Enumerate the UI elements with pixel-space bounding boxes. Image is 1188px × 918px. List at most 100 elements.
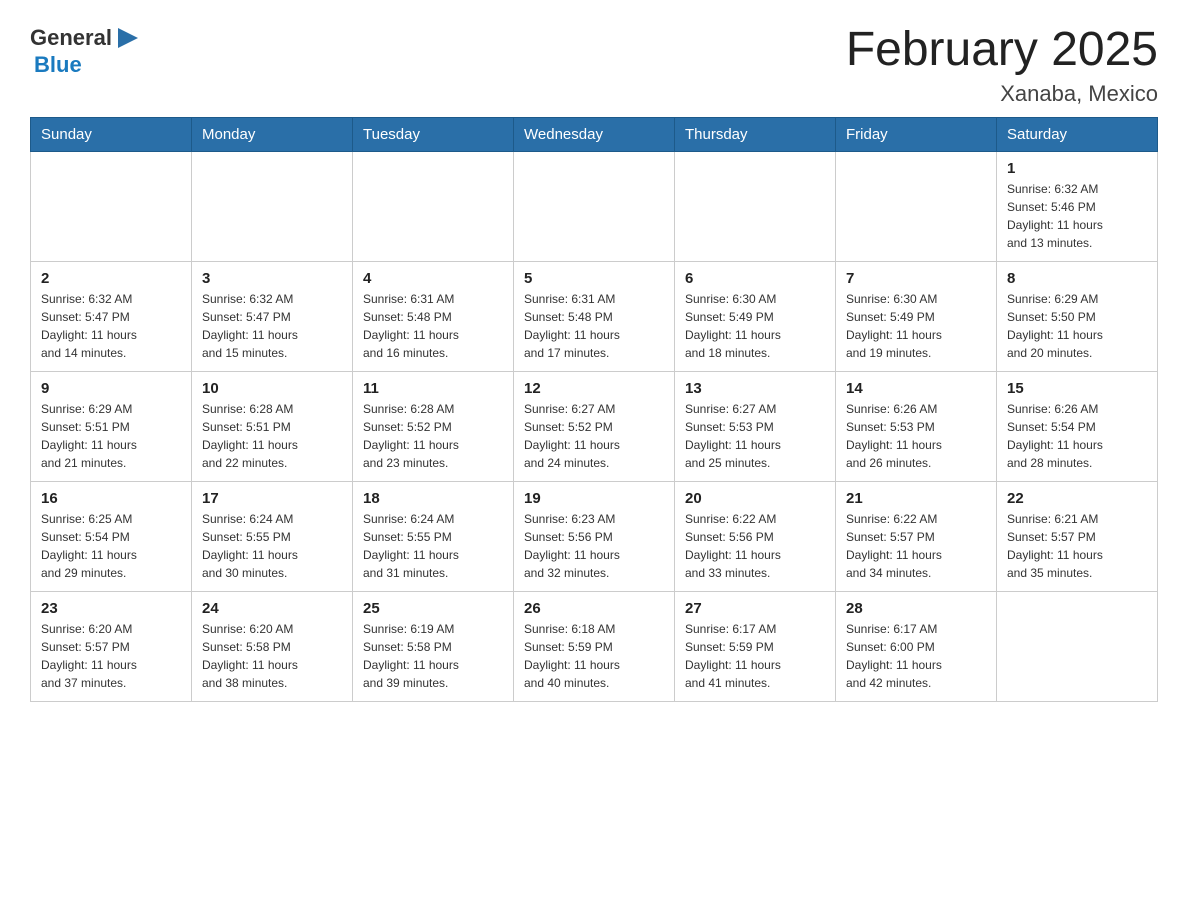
- day-of-week-header: Friday: [836, 117, 997, 151]
- day-info: Sunrise: 6:21 AM Sunset: 5:57 PM Dayligh…: [1007, 510, 1147, 582]
- day-number: 1: [1007, 160, 1147, 177]
- day-info: Sunrise: 6:26 AM Sunset: 5:54 PM Dayligh…: [1007, 400, 1147, 472]
- calendar-day: 13 Sunrise: 6:27 AM Sunset: 5:53 PM Dayli…: [675, 371, 836, 481]
- day-number: 25: [363, 600, 503, 617]
- day-info: Sunrise: 6:27 AM Sunset: 5:52 PM Dayligh…: [524, 400, 664, 472]
- calendar-day: 14 Sunrise: 6:26 AM Sunset: 5:53 PM Dayli…: [836, 371, 997, 481]
- calendar-day: 19 Sunrise: 6:23 AM Sunset: 5:56 PM Dayli…: [514, 481, 675, 591]
- day-info: Sunrise: 6:17 AM Sunset: 6:00 PM Dayligh…: [846, 620, 986, 692]
- day-number: 12: [524, 380, 664, 397]
- day-of-week-header: Thursday: [675, 117, 836, 151]
- week-row: 9Sunrise: 6:29 AM Sunset: 5:51 PM Daylig…: [31, 371, 1158, 481]
- week-row: 2 Sunrise: 6:32 AM Sunset: 5:47 PM Daylig…: [31, 261, 1158, 371]
- day-number: 16: [41, 490, 181, 507]
- week-row: 23 Sunrise: 6:20 AM Sunset: 5:57 PM Dayli…: [31, 591, 1158, 701]
- day-info: Sunrise: 6:32 AM Sunset: 5:47 PM Dayligh…: [41, 290, 181, 362]
- calendar-day: 6 Sunrise: 6:30 AM Sunset: 5:49 PM Daylig…: [675, 261, 836, 371]
- day-info: Sunrise: 6:28 AM Sunset: 5:51 PM Dayligh…: [202, 400, 342, 472]
- day-number: 28: [846, 600, 986, 617]
- day-info: Sunrise: 6:25 AM Sunset: 5:54 PM Dayligh…: [41, 510, 181, 582]
- day-number: 20: [685, 490, 825, 507]
- day-info: Sunrise: 6:29 AM Sunset: 5:51 PM Dayligh…: [41, 400, 181, 472]
- day-info: Sunrise: 6:19 AM Sunset: 5:58 PM Dayligh…: [363, 620, 503, 692]
- day-of-week-header: Monday: [192, 117, 353, 151]
- calendar-day: [353, 151, 514, 261]
- calendar-day: 16 Sunrise: 6:25 AM Sunset: 5:54 PM Dayli…: [31, 481, 192, 591]
- day-number: 15: [1007, 380, 1147, 397]
- day-number: 11: [363, 380, 503, 397]
- day-number: 26: [524, 600, 664, 617]
- logo-general-text: General: [30, 25, 112, 51]
- day-number: 23: [41, 600, 181, 617]
- calendar-day: [997, 591, 1158, 701]
- day-info: Sunrise: 6:29 AM Sunset: 5:50 PM Dayligh…: [1007, 290, 1147, 362]
- day-number: 22: [1007, 490, 1147, 507]
- calendar-day: 4Sunrise: 6:31 AM Sunset: 5:48 PM Daylig…: [353, 261, 514, 371]
- calendar-day: 3 Sunrise: 6:32 AM Sunset: 5:47 PM Daylig…: [192, 261, 353, 371]
- day-of-week-header: Saturday: [997, 117, 1158, 151]
- calendar-day: 12 Sunrise: 6:27 AM Sunset: 5:52 PM Dayli…: [514, 371, 675, 481]
- day-number: 14: [846, 380, 986, 397]
- week-row: 16 Sunrise: 6:25 AM Sunset: 5:54 PM Dayli…: [31, 481, 1158, 591]
- calendar-day: 5 Sunrise: 6:31 AM Sunset: 5:48 PM Daylig…: [514, 261, 675, 371]
- day-number: 27: [685, 600, 825, 617]
- calendar-table: SundayMondayTuesdayWednesdayThursdayFrid…: [30, 117, 1158, 702]
- day-info: Sunrise: 6:18 AM Sunset: 5:59 PM Dayligh…: [524, 620, 664, 692]
- day-info: Sunrise: 6:30 AM Sunset: 5:49 PM Dayligh…: [846, 290, 986, 362]
- calendar-day: 1 Sunrise: 6:32 AM Sunset: 5:46 PM Daylig…: [997, 151, 1158, 261]
- day-info: Sunrise: 6:22 AM Sunset: 5:57 PM Dayligh…: [846, 510, 986, 582]
- day-of-week-header: Wednesday: [514, 117, 675, 151]
- days-of-week-row: SundayMondayTuesdayWednesdayThursdayFrid…: [31, 117, 1158, 151]
- day-info: Sunrise: 6:22 AM Sunset: 5:56 PM Dayligh…: [685, 510, 825, 582]
- day-info: Sunrise: 6:27 AM Sunset: 5:53 PM Dayligh…: [685, 400, 825, 472]
- day-of-week-header: Tuesday: [353, 117, 514, 151]
- week-row: 1 Sunrise: 6:32 AM Sunset: 5:46 PM Daylig…: [31, 151, 1158, 261]
- day-number: 2: [41, 270, 181, 287]
- calendar-day: 26 Sunrise: 6:18 AM Sunset: 5:59 PM Dayli…: [514, 591, 675, 701]
- calendar-day: 21 Sunrise: 6:22 AM Sunset: 5:57 PM Dayli…: [836, 481, 997, 591]
- calendar-header: SundayMondayTuesdayWednesdayThursdayFrid…: [31, 117, 1158, 151]
- day-info: Sunrise: 6:24 AM Sunset: 5:55 PM Dayligh…: [202, 510, 342, 582]
- day-info: Sunrise: 6:31 AM Sunset: 5:48 PM Dayligh…: [363, 290, 503, 362]
- day-number: 6: [685, 270, 825, 287]
- calendar-day: 25 Sunrise: 6:19 AM Sunset: 5:58 PM Dayli…: [353, 591, 514, 701]
- day-number: 24: [202, 600, 342, 617]
- calendar-day: 7 Sunrise: 6:30 AM Sunset: 5:49 PM Daylig…: [836, 261, 997, 371]
- calendar-day: [514, 151, 675, 261]
- day-info: Sunrise: 6:23 AM Sunset: 5:56 PM Dayligh…: [524, 510, 664, 582]
- logo-triangle-icon: [114, 24, 142, 52]
- day-info: Sunrise: 6:31 AM Sunset: 5:48 PM Dayligh…: [524, 290, 664, 362]
- day-number: 18: [363, 490, 503, 507]
- calendar-day: 8 Sunrise: 6:29 AM Sunset: 5:50 PM Daylig…: [997, 261, 1158, 371]
- calendar-day: 28 Sunrise: 6:17 AM Sunset: 6:00 PM Dayli…: [836, 591, 997, 701]
- day-info: Sunrise: 6:32 AM Sunset: 5:46 PM Dayligh…: [1007, 180, 1147, 252]
- day-number: 7: [846, 270, 986, 287]
- day-number: 8: [1007, 270, 1147, 287]
- day-number: 3: [202, 270, 342, 287]
- day-number: 5: [524, 270, 664, 287]
- day-info: Sunrise: 6:32 AM Sunset: 5:47 PM Dayligh…: [202, 290, 342, 362]
- day-info: Sunrise: 6:26 AM Sunset: 5:53 PM Dayligh…: [846, 400, 986, 472]
- day-number: 17: [202, 490, 342, 507]
- calendar-day: 24 Sunrise: 6:20 AM Sunset: 5:58 PM Dayli…: [192, 591, 353, 701]
- calendar-day: [675, 151, 836, 261]
- day-number: 21: [846, 490, 986, 507]
- page-header: General Blue February 2025 Xanaba, Mexic…: [30, 24, 1158, 107]
- calendar-day: 20 Sunrise: 6:22 AM Sunset: 5:56 PM Dayli…: [675, 481, 836, 591]
- calendar-day: 2 Sunrise: 6:32 AM Sunset: 5:47 PM Daylig…: [31, 261, 192, 371]
- title-block: February 2025 Xanaba, Mexico: [846, 24, 1158, 107]
- day-number: 19: [524, 490, 664, 507]
- day-number: 10: [202, 380, 342, 397]
- calendar-day: 22 Sunrise: 6:21 AM Sunset: 5:57 PM Dayli…: [997, 481, 1158, 591]
- calendar-body: 1 Sunrise: 6:32 AM Sunset: 5:46 PM Daylig…: [31, 151, 1158, 701]
- calendar-day: 18Sunrise: 6:24 AM Sunset: 5:55 PM Dayli…: [353, 481, 514, 591]
- day-info: Sunrise: 6:30 AM Sunset: 5:49 PM Dayligh…: [685, 290, 825, 362]
- calendar-day: 27Sunrise: 6:17 AM Sunset: 5:59 PM Dayli…: [675, 591, 836, 701]
- day-info: Sunrise: 6:20 AM Sunset: 5:57 PM Dayligh…: [41, 620, 181, 692]
- day-info: Sunrise: 6:20 AM Sunset: 5:58 PM Dayligh…: [202, 620, 342, 692]
- logo-blue-text: Blue: [34, 52, 82, 78]
- calendar-day: [192, 151, 353, 261]
- calendar-day: [31, 151, 192, 261]
- day-number: 13: [685, 380, 825, 397]
- calendar-day: 23 Sunrise: 6:20 AM Sunset: 5:57 PM Dayli…: [31, 591, 192, 701]
